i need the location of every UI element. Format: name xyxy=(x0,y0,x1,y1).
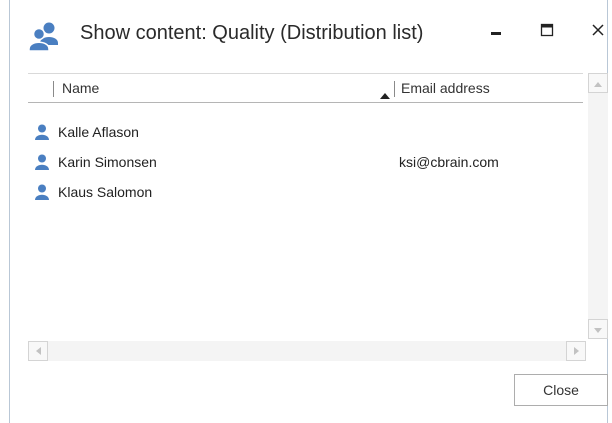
dialog-window: Show content: Quality (Distribution list… xyxy=(9,0,608,423)
member-email: ksi@cbrain.com xyxy=(399,154,499,170)
scroll-right-button[interactable] xyxy=(566,341,586,361)
column-separator[interactable] xyxy=(53,81,54,97)
member-name: Klaus Salomon xyxy=(58,184,153,200)
minimize-button[interactable] xyxy=(482,18,510,46)
close-window-button[interactable] xyxy=(584,18,612,46)
window-title: Show content: Quality (Distribution list… xyxy=(80,22,424,44)
chevron-down-icon xyxy=(594,320,602,338)
vertical-scrollbar[interactable] xyxy=(588,73,608,339)
person-icon xyxy=(35,154,49,170)
list-item[interactable]: Karin Simonsen ksi@cbrain.com xyxy=(28,148,583,178)
scroll-down-button[interactable] xyxy=(588,319,608,339)
scroll-up-button[interactable] xyxy=(588,73,608,93)
close-button[interactable]: Close xyxy=(514,374,608,406)
member-name: Karin Simonsen xyxy=(58,154,157,170)
close-icon xyxy=(591,23,605,42)
list-item[interactable]: Klaus Salomon xyxy=(28,178,583,208)
sort-ascending-icon xyxy=(380,86,390,104)
chevron-left-icon xyxy=(35,342,41,360)
scroll-left-button[interactable] xyxy=(28,341,48,361)
person-icon xyxy=(35,124,49,140)
maximize-button[interactable] xyxy=(533,18,561,46)
members-list: Name Email address Kalle Aflason Karin S… xyxy=(28,73,583,363)
column-separator[interactable] xyxy=(394,81,395,97)
horizontal-scrollbar[interactable] xyxy=(28,341,586,361)
list-item[interactable]: Kalle Aflason xyxy=(28,118,583,148)
title-bar[interactable]: Show content: Quality (Distribution list… xyxy=(10,0,607,64)
chevron-right-icon xyxy=(573,342,579,360)
maximize-icon xyxy=(540,23,554,42)
group-icon xyxy=(28,21,62,52)
person-icon xyxy=(35,184,49,200)
list-header: Name Email address xyxy=(28,73,583,103)
column-header-email[interactable]: Email address xyxy=(401,80,490,96)
minimize-icon xyxy=(489,23,503,42)
member-name: Kalle Aflason xyxy=(58,124,139,140)
chevron-up-icon xyxy=(594,74,602,92)
column-header-name[interactable]: Name xyxy=(62,80,99,96)
